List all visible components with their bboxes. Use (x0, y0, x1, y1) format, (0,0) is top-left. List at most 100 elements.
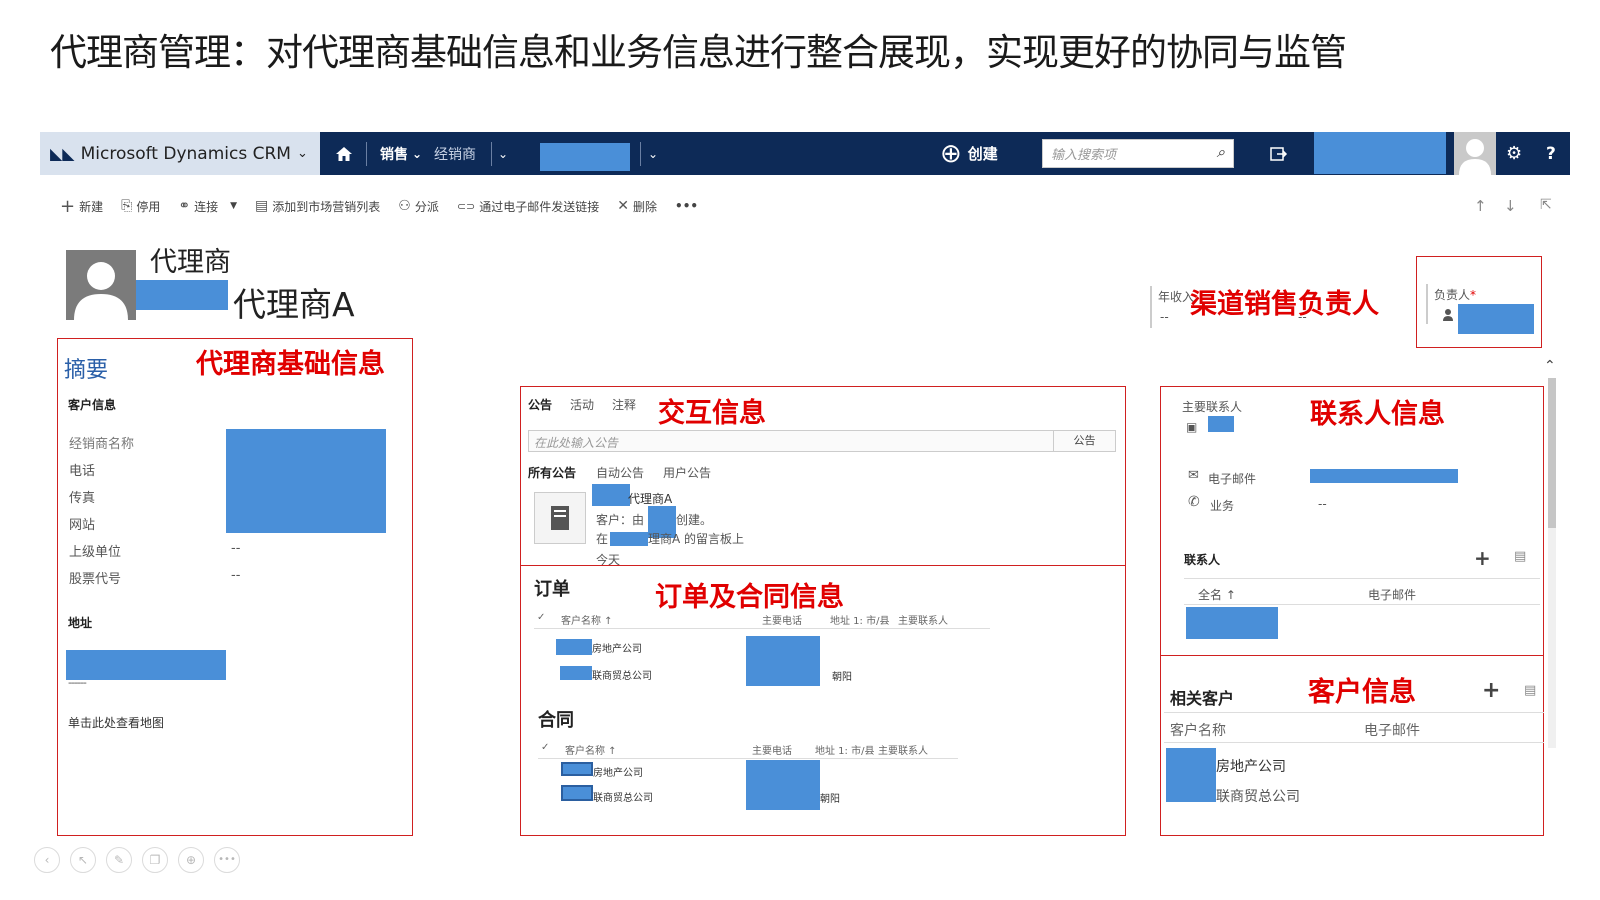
contracts-col-city[interactable]: 地址 1: 市/县 (815, 742, 874, 757)
ellipsis-icon: ••• (675, 199, 699, 213)
annual-revenue-label: 年收入 (1158, 290, 1195, 304)
contacts-col-fullname[interactable]: 全名 ↑ (1198, 586, 1236, 603)
orders-col-name[interactable]: 客户名称 ↑ (561, 612, 613, 627)
filter-all-posts[interactable]: 所有公告 (528, 464, 576, 481)
business-phone-value: -- (1318, 497, 1327, 511)
next-record-arrow-icon[interactable]: ↓ (1504, 197, 1517, 215)
redacted-contact-row[interactable] (1186, 607, 1278, 639)
annotation-contact-info: 联系人信息 (1310, 399, 1445, 430)
redacted-record-prefix (136, 280, 228, 310)
tab-activities[interactable]: 活动 (570, 396, 594, 413)
filter-user-posts[interactable]: 用户公告 (663, 464, 711, 481)
order-row-name[interactable]: 联商贸总公司 (592, 667, 652, 682)
contract-row-name[interactable]: 联商贸总公司 (593, 789, 653, 804)
field-label-ticker: 股票代号 (69, 572, 122, 587)
contracts-col-phone[interactable]: 主要电话 (752, 742, 792, 757)
orders-col-phone[interactable]: 主要电话 (762, 612, 802, 627)
summary-tab-title[interactable]: 摘要 (64, 352, 108, 384)
chevron-down-icon: ⌄ (412, 146, 423, 161)
redacted-record-name (540, 143, 630, 171)
search-input[interactable]: 输入搜索项 ⌕ (1042, 139, 1234, 168)
redacted-post-author (592, 484, 630, 506)
nav-divider (491, 142, 492, 166)
address-dashes: ------ (68, 676, 87, 689)
add-account-button[interactable]: + (1482, 678, 1500, 703)
contracts-col-contact[interactable]: 主要联系人 (878, 742, 928, 757)
connect-button[interactable]: ⚭ 连接 ▼ (178, 198, 237, 215)
add-to-marketing-list-button[interactable]: ▤ 添加到市场营销列表 (255, 198, 380, 215)
select-all-checkbox[interactable]: ✓ (541, 742, 549, 753)
nav-divider (366, 142, 367, 166)
advanced-find-icon[interactable] (1270, 132, 1288, 175)
account-row-name[interactable]: 房地产公司 (1216, 756, 1286, 776)
grid-view-icon[interactable]: ▤ (1524, 683, 1536, 698)
plus-circle-icon: ⊕ (940, 138, 962, 169)
home-icon[interactable] (326, 132, 362, 175)
owner-lookup-value[interactable] (1458, 304, 1534, 334)
zoom-icon[interactable]: ⊕ (178, 847, 204, 873)
tab-notes[interactable]: 注释 (612, 396, 636, 413)
post-input[interactable]: 在此处输入公告 公告 (528, 430, 1116, 452)
create-button[interactable]: ⊕ 创建 (940, 132, 998, 175)
select-all-checkbox[interactable]: ✓ (537, 612, 545, 623)
more-commands-button[interactable]: ••• (675, 199, 698, 213)
post-title[interactable]: 代理商A (628, 490, 672, 507)
back-icon[interactable]: ‹ (34, 847, 60, 873)
primary-contact-value[interactable] (1208, 416, 1234, 432)
view-map-link[interactable]: 单击此处查看地图 (68, 714, 164, 731)
user-avatar[interactable] (1454, 132, 1496, 175)
gear-icon[interactable]: ⚙ (1506, 132, 1522, 175)
assign-button[interactable]: ⚇ 分派 (398, 198, 439, 215)
tab-posts[interactable]: 公告 (528, 396, 552, 413)
copy-icon[interactable]: ❐ (142, 847, 168, 873)
orders-col-city[interactable]: 地址 1: 市/县 (830, 612, 889, 627)
pen-icon[interactable]: ✎ (106, 847, 132, 873)
dynamics-logo-icon: ◣◣ (50, 144, 75, 163)
scroll-up-icon[interactable]: ⌃ (1544, 358, 1556, 374)
link-icon: ⊂⊃ (456, 199, 476, 213)
help-icon[interactable]: ? (1546, 132, 1556, 175)
redacted-order-row (556, 639, 592, 655)
add-contact-button[interactable]: + (1474, 546, 1491, 570)
nav-area-sales[interactable]: 销售 ⌄ (380, 132, 422, 175)
chevron-down-icon[interactable]: ⌄ (648, 132, 658, 175)
popout-icon[interactable]: ⇱ (1540, 197, 1552, 213)
grid-header-divider (538, 758, 958, 759)
email-link-button[interactable]: ⊂⊃ 通过电子邮件发送链接 (457, 198, 599, 215)
previous-record-arrow-icon[interactable]: ↑ (1474, 197, 1487, 215)
new-button[interactable]: + 新建 (60, 196, 103, 217)
address-heading: 地址 (68, 616, 93, 630)
nav-entity-dealer[interactable]: 经销商 (434, 132, 476, 175)
account-row-name[interactable]: 联商贸总公司 (1216, 786, 1300, 806)
command-label: 分派 (414, 199, 439, 214)
business-phone-label: 业务 (1210, 499, 1235, 513)
post-button[interactable]: 公告 (1053, 431, 1115, 451)
redacted-user-name (1314, 132, 1446, 174)
record-avatar[interactable] (66, 250, 136, 320)
orders-col-contact[interactable]: 主要联系人 (898, 612, 948, 627)
required-marker: * (1470, 288, 1477, 302)
record-entity-type: 代理商 (150, 247, 231, 278)
redacted-field-values (226, 429, 386, 533)
chevron-down-icon[interactable]: ⌄ (498, 132, 508, 175)
redacted-post-wall (610, 532, 648, 546)
contacts-subgrid-title: 联系人 (1184, 553, 1221, 567)
deactivate-button[interactable]: ⎘ 停用 (121, 198, 160, 215)
contract-row-name[interactable]: 房地产公司 (593, 764, 643, 779)
order-row-name[interactable]: 房地产公司 (592, 640, 642, 655)
redacted-email-value[interactable] (1310, 469, 1458, 483)
contacts-col-email[interactable]: 电子邮件 (1368, 586, 1416, 603)
app-brand[interactable]: ◣◣ Microsoft Dynamics CRM ⌄ (40, 132, 320, 175)
caret-down-icon[interactable]: ▼ (230, 201, 237, 211)
grid-view-icon[interactable]: ▤ (1514, 549, 1526, 564)
search-icon[interactable]: ⌕ (1217, 143, 1225, 161)
accounts-col-email[interactable]: 电子邮件 (1364, 720, 1420, 740)
post-line3-prefix: 在 (596, 532, 609, 546)
accounts-col-name[interactable]: 客户名称 (1170, 720, 1226, 740)
cursor-icon[interactable]: ↖ (70, 847, 96, 873)
contracts-col-name[interactable]: 客户名称 ↑ (565, 742, 617, 757)
scrollbar-thumb[interactable] (1548, 378, 1556, 528)
filter-auto-posts[interactable]: 自动公告 (596, 464, 644, 481)
delete-button[interactable]: ✕ 删除 (617, 198, 657, 215)
more-icon[interactable]: ••• (214, 847, 240, 873)
